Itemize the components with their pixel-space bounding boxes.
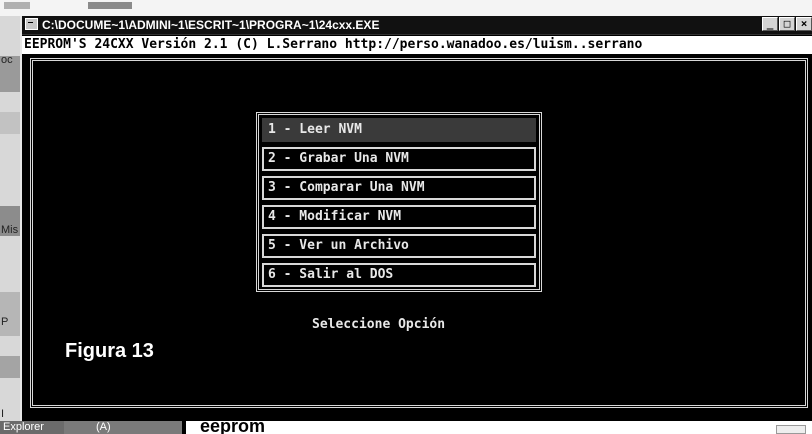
program-header: EEPROM'S 24CXX Versión 2.1 (C) L.Serrano…	[22, 36, 812, 54]
selection-prompt: Seleccione Opción	[312, 317, 446, 332]
screenshot: oc Mis P I C:\DOCUME~1\ADMINI~1\ESCRIT~1…	[0, 0, 812, 434]
menu-item-grabar-nvm[interactable]: 2 - Grabar Una NVM	[262, 147, 536, 171]
menu-item-modificar-nvm[interactable]: 4 - Modificar NVM	[262, 205, 536, 229]
console-app-icon[interactable]	[25, 18, 38, 30]
window-title: C:\DOCUME~1\ADMINI~1\ESCRIT~1\PROGRA~1\2…	[42, 18, 380, 32]
taskbar: Explorer (A) eeprom	[0, 421, 812, 434]
maximize-button[interactable]: □	[779, 17, 795, 31]
desktop-top-strip	[0, 0, 812, 16]
console-window[interactable]: C:\DOCUME~1\ADMINI~1\ESCRIT~1\PROGRA~1\2…	[20, 16, 812, 421]
taskbar-explorer[interactable]: Explorer	[0, 421, 64, 434]
taskbar-tray	[776, 425, 806, 434]
menu-item-comparar-nvm[interactable]: 3 - Comparar Una NVM	[262, 176, 536, 200]
main-menu: 1 - Leer NVM 2 - Grabar Una NVM 3 - Comp…	[256, 112, 542, 292]
desktop-edge-text: P	[1, 316, 9, 328]
close-button[interactable]: ×	[796, 17, 812, 31]
desktop-edge-text: Mis	[1, 224, 19, 236]
minimize-button[interactable]: _	[762, 17, 778, 31]
menu-item-leer-nvm[interactable]: 1 - Leer NVM	[262, 118, 536, 142]
taskbar-separator	[182, 421, 186, 434]
window-controls: _ □ ×	[762, 17, 812, 31]
desktop-edge-text: oc	[1, 54, 13, 66]
desktop-edge-text: I	[1, 408, 5, 420]
menu-item-ver-archivo[interactable]: 5 - Ver un Archivo	[262, 234, 536, 258]
window-titlebar[interactable]: C:\DOCUME~1\ADMINI~1\ESCRIT~1\PROGRA~1\2…	[22, 16, 812, 35]
figure-caption: Figura 13	[65, 340, 154, 362]
desktop-left-strip: oc Mis P I	[0, 16, 20, 421]
taskbar-drive-a[interactable]: (A)	[64, 421, 182, 434]
menu-item-salir-dos[interactable]: 6 - Salir al DOS	[262, 263, 536, 287]
taskbar-eeprom-button[interactable]: eeprom	[200, 421, 265, 434]
